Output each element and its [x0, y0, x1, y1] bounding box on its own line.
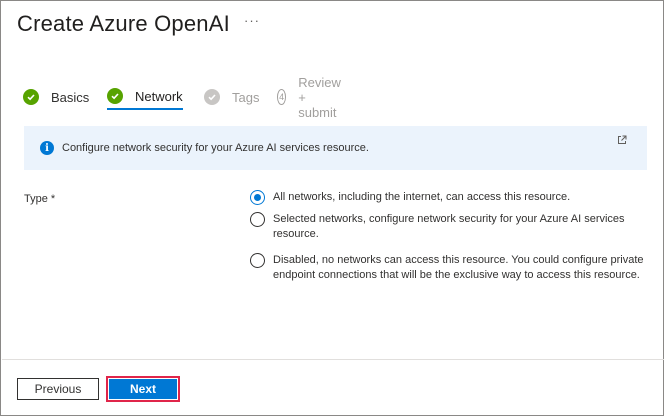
banner-text: Configure network security for your Azur…: [62, 142, 369, 154]
previous-button[interactable]: Previous: [17, 378, 99, 400]
check-circle-icon: [204, 89, 220, 105]
radio-button-selected[interactable]: [250, 190, 265, 205]
next-button[interactable]: Next: [109, 379, 177, 399]
radio-disabled[interactable]: Disabled, no networks can access this re…: [250, 253, 658, 283]
next-button-highlight: Next: [106, 376, 180, 402]
radio-button[interactable]: [250, 212, 265, 227]
create-resource-panel: Create Azure OpenAI ··· Basics Network T…: [0, 0, 664, 416]
check-circle-icon: [107, 88, 123, 104]
tab-label: Review + submit: [298, 74, 341, 120]
radio-label: All networks, including the internet, ca…: [273, 191, 571, 203]
radio-label: Selected networks, configure network sec…: [273, 213, 625, 240]
info-banner: i Configure network security for your Az…: [24, 126, 647, 170]
radio-selected-networks[interactable]: Selected networks, configure network sec…: [250, 212, 648, 242]
radio-button[interactable]: [250, 253, 265, 268]
external-link-icon[interactable]: [617, 132, 627, 144]
tab-label: Network: [135, 88, 183, 104]
check-circle-icon: [23, 89, 39, 105]
more-options-button[interactable]: ···: [244, 13, 260, 28]
radio-all-networks[interactable]: All networks, including the internet, ca…: [250, 190, 648, 205]
footer-divider: [2, 359, 664, 360]
page-title: Create Azure OpenAI: [17, 11, 230, 36]
info-icon: i: [40, 141, 54, 155]
type-label: Type *: [24, 193, 56, 205]
tab-review-submit[interactable]: 4 Review + submit: [277, 75, 348, 120]
tab-network[interactable]: Network: [107, 84, 183, 110]
tab-basics[interactable]: Basics: [23, 84, 89, 110]
tab-label: Tags: [232, 89, 260, 105]
tab-label: Basics: [51, 89, 90, 105]
step-number-icon: 4: [277, 89, 287, 105]
tab-tags[interactable]: Tags: [204, 84, 259, 110]
radio-label: Disabled, no networks can access this re…: [273, 254, 644, 281]
